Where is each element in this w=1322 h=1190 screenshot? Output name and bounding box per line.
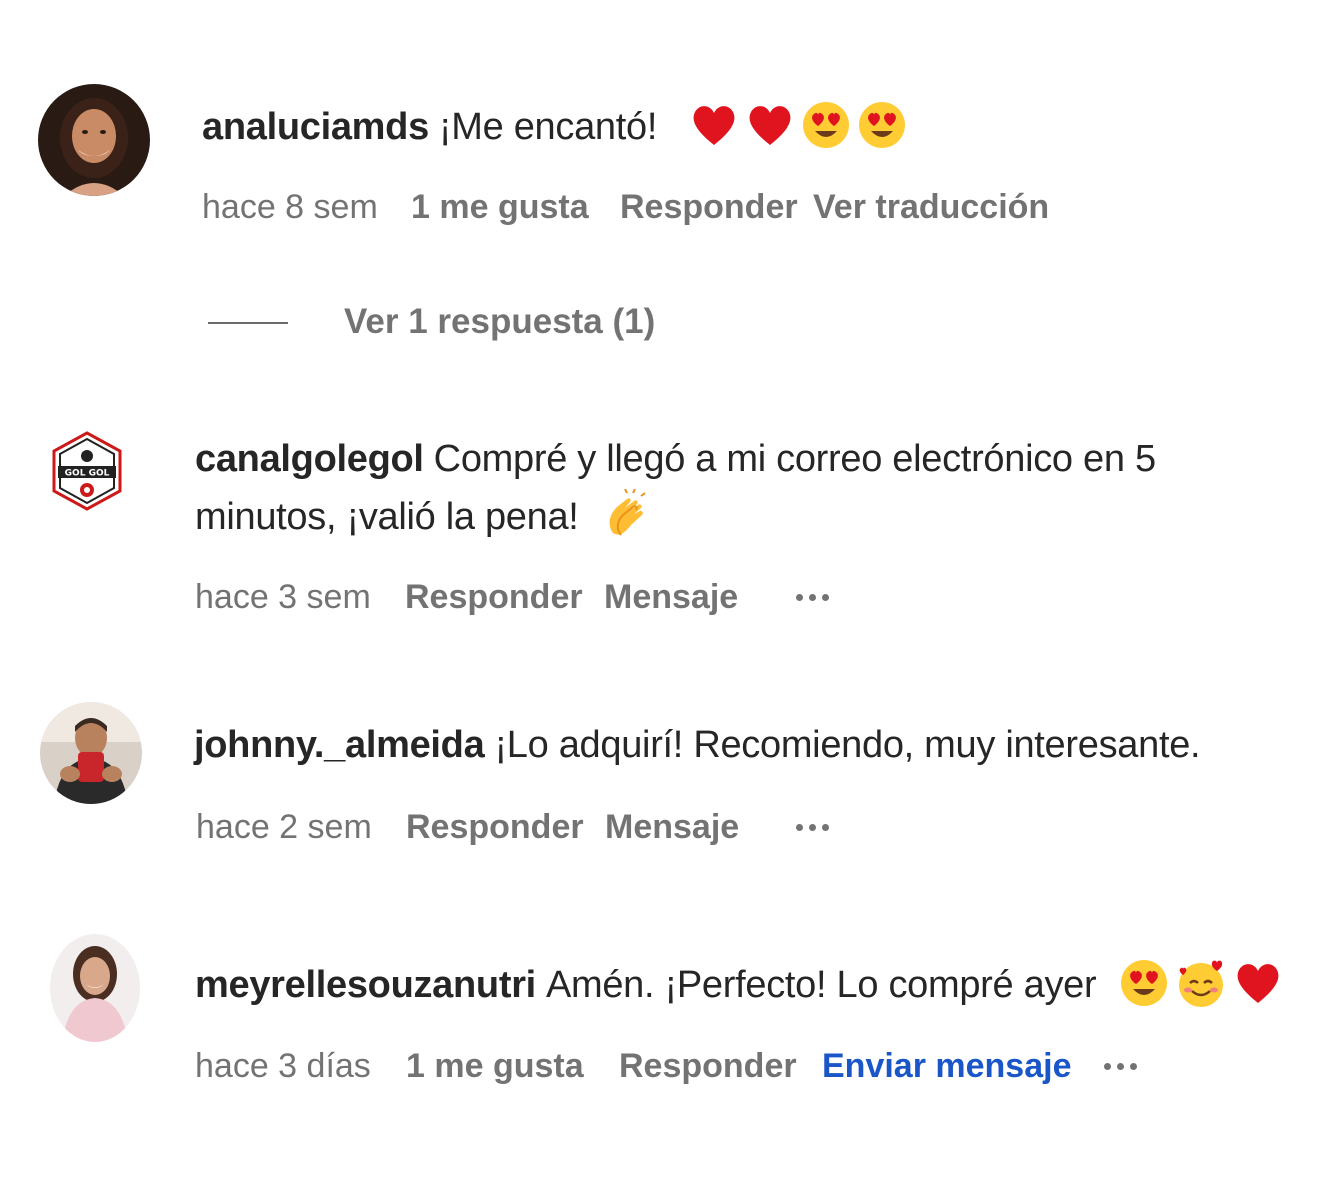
avatar[interactable] bbox=[50, 934, 140, 1042]
comment-body: meyrellesouzanutri Amén. ¡Perfecto! Lo co… bbox=[195, 956, 1283, 1014]
comment-timestamp: hace 3 días bbox=[195, 1047, 371, 1085]
comment-username[interactable]: meyrellesouzanutri bbox=[195, 964, 536, 1006]
comment-text: Amén. ¡Perfecto! Lo compré ayer bbox=[545, 964, 1097, 1006]
reply-button[interactable]: Responder bbox=[619, 1046, 797, 1086]
user-photo-icon bbox=[50, 934, 140, 1042]
red-heart-icon bbox=[1233, 958, 1283, 1008]
smiling-face-with-hearts-icon bbox=[1175, 957, 1227, 1009]
comment-item: meyrellesouzanutri Amén. ¡Perfecto! Lo co… bbox=[0, 0, 1322, 1190]
like-count[interactable]: 1 me gusta bbox=[406, 1046, 584, 1086]
heart-eyes-icon bbox=[1119, 958, 1169, 1008]
more-options-icon[interactable] bbox=[1104, 1046, 1137, 1086]
send-message-button[interactable]: Enviar mensaje bbox=[822, 1046, 1071, 1086]
